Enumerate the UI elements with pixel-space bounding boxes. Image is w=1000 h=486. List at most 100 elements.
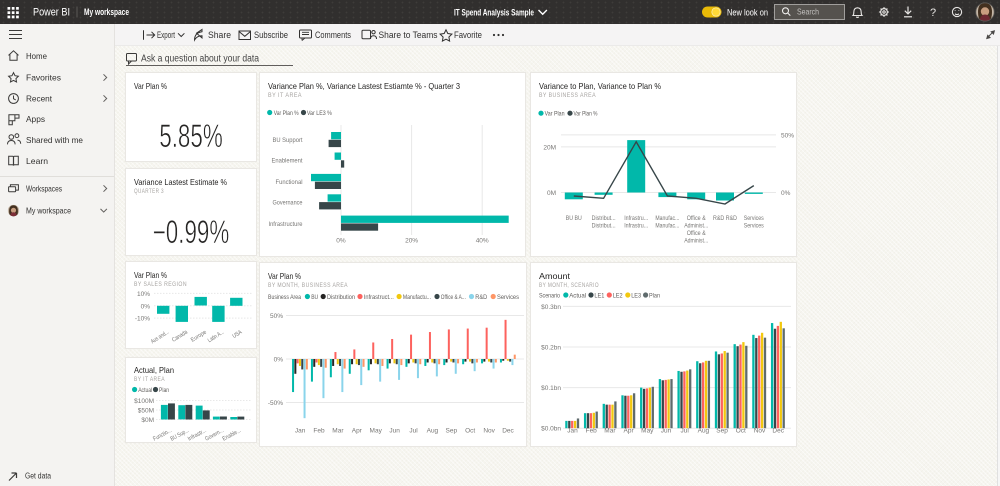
svg-text:Oct: Oct bbox=[465, 428, 475, 435]
svg-text:Aug: Aug bbox=[698, 428, 710, 435]
svg-text:Infrastruct...: Infrastruct... bbox=[364, 294, 394, 301]
svg-text:BU Support: BU Support bbox=[273, 138, 303, 144]
svg-text:Get data: Get data bbox=[25, 471, 51, 481]
svg-text:Var Plan %: Var Plan % bbox=[134, 270, 167, 280]
svg-text:Home: Home bbox=[26, 51, 47, 61]
svg-text:Administ...: Administ... bbox=[684, 238, 708, 245]
svg-text:Subscribe: Subscribe bbox=[254, 30, 288, 40]
svg-text:Plan: Plan bbox=[649, 293, 660, 300]
svg-text:Jul: Jul bbox=[681, 428, 690, 435]
svg-text:Var LE3 %: Var LE3 % bbox=[307, 110, 332, 117]
svg-text:BU BU: BU BU bbox=[566, 215, 582, 222]
svg-text:Governance: Governance bbox=[273, 201, 304, 207]
svg-text:Workspaces: Workspaces bbox=[26, 184, 62, 194]
svg-text:Europe: Europe bbox=[190, 329, 208, 343]
svg-text:Mar: Mar bbox=[332, 428, 344, 435]
svg-text:Jun: Jun bbox=[389, 428, 400, 435]
svg-text:Infrastructure: Infrastructure bbox=[269, 222, 304, 228]
svg-text:0%: 0% bbox=[274, 357, 284, 364]
svg-text:Manufac...: Manufac... bbox=[655, 215, 679, 222]
svg-text:Office &: Office & bbox=[687, 230, 707, 237]
svg-text:0%: 0% bbox=[141, 303, 151, 310]
svg-text:BY MONTH, SCENARIO: BY MONTH, SCENARIO bbox=[539, 282, 599, 289]
svg-text:Var Plan %: Var Plan % bbox=[134, 81, 167, 91]
svg-text:Dec: Dec bbox=[502, 428, 514, 435]
svg-text:LE1: LE1 bbox=[594, 293, 604, 300]
svg-text:$0.0bn: $0.0bn bbox=[541, 426, 561, 433]
svg-text:-10%: -10% bbox=[135, 316, 150, 323]
svg-text:BY BUSINESS AREA: BY BUSINESS AREA bbox=[539, 92, 596, 99]
svg-text:Nov: Nov bbox=[483, 428, 495, 435]
svg-text:Learn: Learn bbox=[26, 156, 48, 166]
svg-text:BU: BU bbox=[311, 294, 318, 301]
svg-text:Var Plan %: Var Plan % bbox=[268, 271, 301, 281]
svg-text:LE3: LE3 bbox=[631, 293, 641, 300]
svg-text:Apps: Apps bbox=[26, 114, 45, 124]
svg-text:R&D R&D: R&D R&D bbox=[713, 215, 737, 222]
svg-text:0%: 0% bbox=[781, 190, 791, 197]
svg-text:-50%: -50% bbox=[268, 400, 283, 407]
svg-text:R&D: R&D bbox=[475, 294, 487, 301]
svg-text:Services: Services bbox=[744, 215, 765, 222]
svg-text:Manufactu...: Manufactu... bbox=[403, 294, 431, 301]
svg-text:Comments: Comments bbox=[315, 30, 351, 40]
svg-text:BY IT AREA: BY IT AREA bbox=[134, 376, 165, 383]
svg-text:Share to Teams: Share to Teams bbox=[379, 30, 438, 40]
svg-text:Actual, Plan: Actual, Plan bbox=[134, 365, 174, 375]
svg-text:Actual: Actual bbox=[569, 293, 587, 300]
svg-text:My workspace: My workspace bbox=[84, 7, 129, 17]
svg-text:Manufac...: Manufac... bbox=[655, 223, 679, 230]
svg-text:50%: 50% bbox=[781, 132, 794, 139]
svg-text:Share: Share bbox=[208, 30, 231, 40]
svg-text:Feb: Feb bbox=[586, 428, 598, 435]
svg-text:Feb: Feb bbox=[313, 428, 325, 435]
svg-text:Dec: Dec bbox=[772, 428, 784, 435]
svg-text:$0.2bn: $0.2bn bbox=[541, 345, 561, 352]
svg-text:Search: Search bbox=[797, 7, 819, 17]
svg-text:20M: 20M bbox=[543, 144, 556, 151]
svg-text:Office &: Office & bbox=[687, 215, 707, 222]
svg-text:Variance Plan %, Variance Last: Variance Plan %, Variance Lastest Estiam… bbox=[268, 81, 460, 91]
svg-text:Business Area: Business Area bbox=[268, 294, 301, 301]
svg-text:$0.3bn: $0.3bn bbox=[541, 304, 561, 311]
svg-text:$0M: $0M bbox=[141, 417, 154, 424]
svg-text:Distribut...: Distribut... bbox=[592, 223, 616, 230]
svg-text:LE2: LE2 bbox=[613, 293, 623, 300]
svg-text:Office & A...: Office & A... bbox=[441, 294, 466, 301]
svg-text:20%: 20% bbox=[405, 238, 418, 245]
svg-text:Favorite: Favorite bbox=[454, 30, 482, 40]
svg-text:Actual: Actual bbox=[138, 387, 152, 394]
svg-text:Latin A...: Latin A... bbox=[207, 329, 226, 344]
svg-text:Var Plan %: Var Plan % bbox=[274, 110, 299, 117]
svg-text:$50M: $50M bbox=[138, 408, 154, 415]
svg-text:Distribution: Distribution bbox=[327, 294, 355, 301]
svg-text:Infrastru...: Infrastru... bbox=[624, 215, 648, 222]
svg-text:Functio...: Functio... bbox=[152, 428, 173, 442]
svg-text:Recent: Recent bbox=[26, 94, 53, 104]
svg-text:50%: 50% bbox=[270, 313, 283, 320]
svg-text:10%: 10% bbox=[137, 291, 150, 298]
svg-text:QUARTER 3: QUARTER 3 bbox=[134, 188, 164, 195]
svg-text:Mar: Mar bbox=[604, 428, 616, 435]
svg-text:Oct: Oct bbox=[736, 428, 746, 435]
svg-text:Sep: Sep bbox=[716, 428, 728, 435]
svg-text:BU Sup...: BU Sup... bbox=[170, 428, 191, 442]
svg-text:0M: 0M bbox=[547, 190, 556, 197]
svg-text:0%: 0% bbox=[336, 238, 346, 245]
svg-text:Scenario: Scenario bbox=[539, 293, 560, 300]
svg-text:Variance to Plan, Variance to: Variance to Plan, Variance to Plan % bbox=[539, 81, 661, 91]
svg-text:Sep: Sep bbox=[446, 428, 458, 435]
svg-text:Shared with me: Shared with me bbox=[26, 135, 83, 145]
svg-text:$100M: $100M bbox=[134, 398, 154, 405]
svg-text:BY MONTH, BUSINESS AREA: BY MONTH, BUSINESS AREA bbox=[268, 282, 348, 289]
svg-text:Canada: Canada bbox=[171, 329, 189, 343]
svg-text:Export: Export bbox=[157, 30, 175, 40]
svg-text:BY SALES REGION: BY SALES REGION bbox=[134, 281, 187, 288]
svg-text:Apr: Apr bbox=[352, 428, 363, 435]
svg-text:Jul: Jul bbox=[409, 428, 418, 435]
svg-text:$0.1bn: $0.1bn bbox=[541, 385, 561, 392]
svg-text:Jan: Jan bbox=[567, 428, 578, 435]
svg-text:Services: Services bbox=[497, 294, 520, 301]
svg-text:Aus and...: Aus and... bbox=[150, 329, 170, 345]
svg-text:Govern...: Govern... bbox=[204, 428, 225, 442]
